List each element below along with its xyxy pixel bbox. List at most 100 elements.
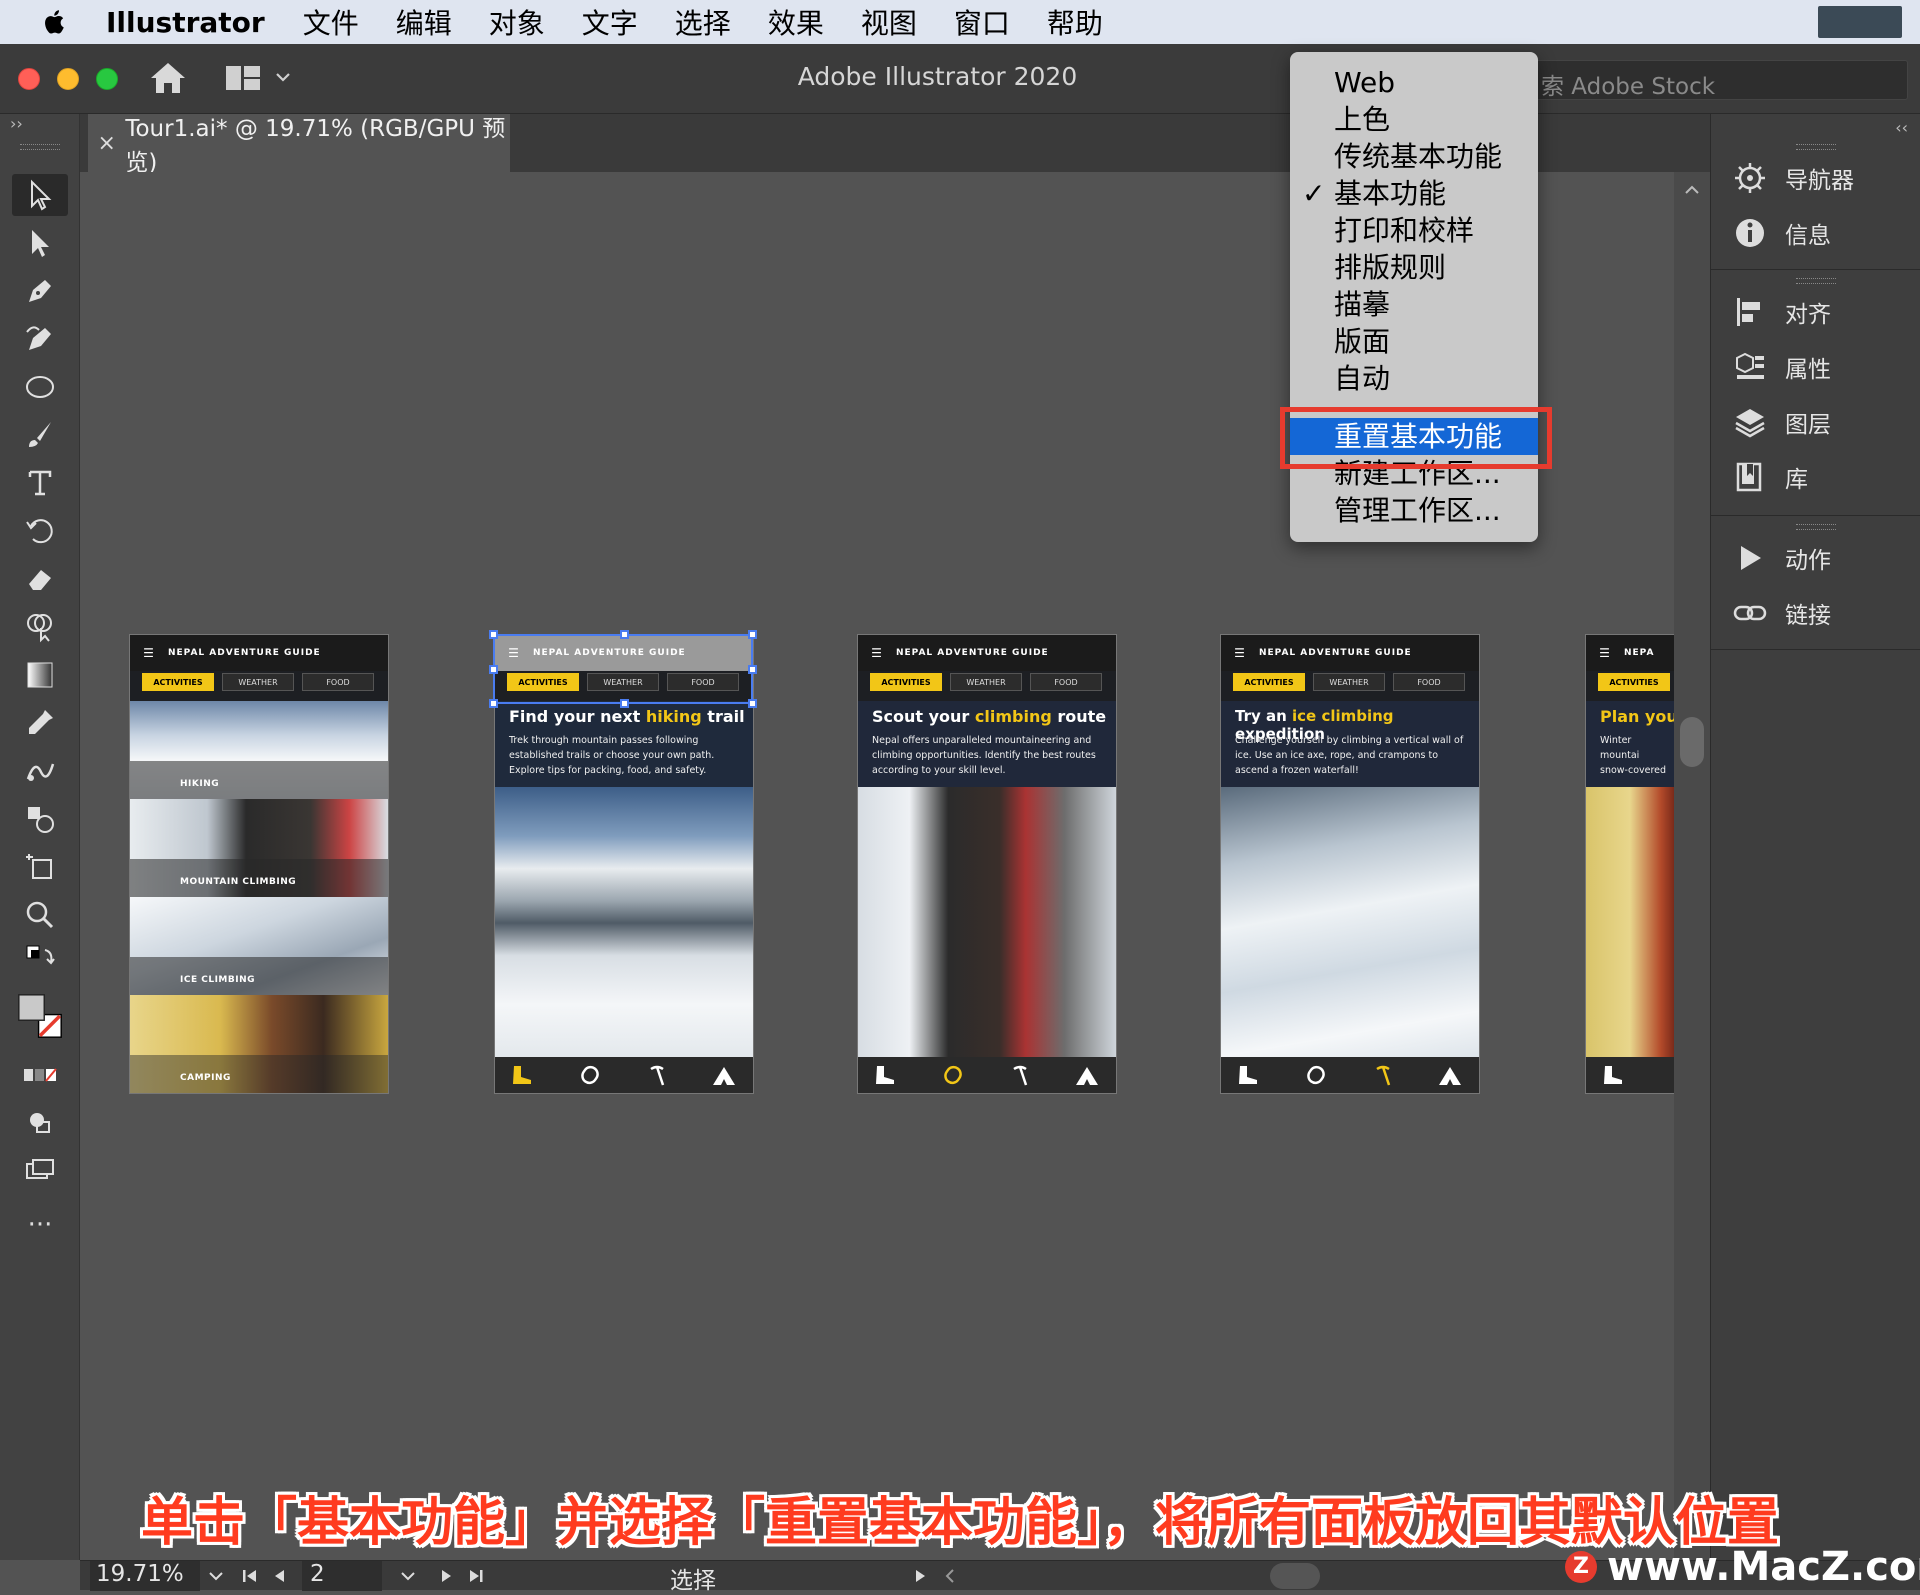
ellipse-tool[interactable] <box>12 366 68 408</box>
close-document-icon[interactable]: × <box>88 131 125 156</box>
menu-help[interactable]: 帮助 <box>1047 2 1103 42</box>
selection-handle[interactable] <box>489 665 498 674</box>
adobe-stock-search-input[interactable]: 索 Adobe Stock <box>1530 60 1908 100</box>
last-artboard-icon[interactable] <box>466 1566 486 1586</box>
shape-builder-icon <box>27 614 52 643</box>
panel-align[interactable]: 对齐 <box>1711 284 1920 339</box>
camping-headline: Plan your <box>1600 707 1674 726</box>
menu-select[interactable]: 选择 <box>675 2 731 42</box>
menu-app-name[interactable]: Illustrator <box>106 6 265 39</box>
apple-icon[interactable] <box>38 5 72 39</box>
next-artboard-icon[interactable] <box>436 1566 456 1586</box>
toolbar-grip[interactable] <box>20 144 60 150</box>
vertical-scroll-thumb[interactable] <box>1680 717 1704 767</box>
artboard-ice-climbing[interactable]: ☰ NEPAL ADVENTURE GUIDE ACTIVITIES WEATH… <box>1220 634 1480 1094</box>
panel-collapse-button[interactable]: ‹‹ <box>1895 118 1908 137</box>
direct-selection-tool[interactable] <box>12 222 68 264</box>
gradient-tool[interactable] <box>12 654 68 696</box>
panel-info[interactable]: 信息 <box>1711 205 1920 260</box>
eyedropper-tool[interactable] <box>12 702 68 744</box>
workspace-item-essentials[interactable]: ✓ 基本功能 <box>1290 175 1538 212</box>
toolbar-collapse-button[interactable]: ›› <box>0 114 80 142</box>
selection-handle[interactable] <box>748 665 757 674</box>
climber-photo <box>858 787 1116 1059</box>
rotate-tool[interactable] <box>12 510 68 552</box>
workspace-item-layout[interactable]: 版面 <box>1290 323 1538 360</box>
selection-handle[interactable] <box>489 630 498 639</box>
previous-artboard-icon[interactable] <box>270 1566 290 1586</box>
panel-properties[interactable]: 属性 <box>1711 339 1920 394</box>
panel-links[interactable]: 链接 <box>1711 585 1920 640</box>
scroll-left-icon[interactable] <box>940 1566 960 1586</box>
artboard-activities[interactable]: ☰ NEPAL ADVENTURE GUIDE ACTIVITIES WEATH… <box>129 634 389 1094</box>
swap-fill-stroke[interactable] <box>12 938 68 980</box>
panel-actions[interactable]: 动作 <box>1711 530 1920 585</box>
panel-libraries-label: 库 <box>1785 466 1808 493</box>
edit-toolbar-button[interactable]: ··· <box>12 1204 68 1246</box>
selection-handle[interactable] <box>620 699 629 708</box>
horizontal-scroll-thumb[interactable] <box>1270 1563 1320 1589</box>
panel-layers[interactable]: 图层 <box>1711 394 1920 449</box>
document-tab[interactable]: × Tour1.ai* @ 19.71% (RGB/GPU 预览) <box>88 114 510 176</box>
zoom-dropdown-chevron-icon[interactable] <box>206 1566 226 1586</box>
artboard-camping-partial[interactable]: ☰ NEPA ACTIVITIES Plan your Winter mount… <box>1585 634 1674 1094</box>
first-artboard-icon[interactable] <box>240 1566 260 1586</box>
eraser-tool[interactable] <box>12 558 68 600</box>
selection-tool[interactable] <box>12 174 68 216</box>
hamburger-menu-icon: ☰ <box>1599 646 1611 660</box>
menu-edit[interactable]: 编辑 <box>396 2 452 42</box>
selection-handle[interactable] <box>748 699 757 708</box>
symbol-sprayer-tool[interactable] <box>12 798 68 840</box>
menu-type[interactable]: 文字 <box>582 2 638 42</box>
workspace-item-tracing[interactable]: 描摹 <box>1290 286 1538 323</box>
workspace-item-web[interactable]: Web <box>1290 64 1538 101</box>
manage-workspaces-item[interactable]: 管理工作区... <box>1290 492 1538 529</box>
drawing-mode-tool[interactable] <box>12 1102 68 1144</box>
panel-group-properties: 对齐 属性 图层 库 <box>1711 276 1920 516</box>
status-menu-arrow-icon[interactable] <box>910 1566 930 1586</box>
workspace-item-printing-proofing[interactable]: 打印和校样 <box>1290 212 1538 249</box>
scroll-up-icon[interactable] <box>1682 180 1702 200</box>
shape-builder-tool[interactable] <box>12 606 68 648</box>
artboard-header: ☰ NEPA <box>1586 635 1674 671</box>
selection-bounding-box[interactable] <box>489 630 757 708</box>
zoom-tool[interactable] <box>12 894 68 936</box>
color-mode-buttons[interactable] <box>12 1054 68 1096</box>
workspace-item-automation[interactable]: 自动 <box>1290 360 1538 397</box>
type-tool[interactable] <box>12 462 68 504</box>
ice-description: Challenge yourself by climbing a vertica… <box>1235 735 1464 776</box>
menu-object[interactable]: 对象 <box>489 2 545 42</box>
carabiner-icon <box>581 1065 599 1085</box>
artboard-number-field[interactable]: 2 <box>302 1561 382 1591</box>
selection-handle[interactable] <box>489 699 498 708</box>
zoom-level-field[interactable]: 19.71% <box>90 1561 200 1591</box>
paintbrush-tool[interactable] <box>12 414 68 456</box>
workspace-item-essentials-classic[interactable]: 传统基本功能 <box>1290 138 1538 175</box>
menu-effect[interactable]: 效果 <box>768 2 824 42</box>
screen-mode-tool[interactable] <box>12 1150 68 1192</box>
gradient-icon <box>27 662 53 688</box>
artboard-climbing[interactable]: ☰ NEPAL ADVENTURE GUIDE ACTIVITIES WEATH… <box>857 634 1117 1094</box>
ice-axe-icon <box>1376 1065 1391 1086</box>
fill-stroke-swatches[interactable] <box>12 986 68 1046</box>
vertical-scrollbar[interactable] <box>1674 172 1710 1560</box>
checkmark-icon: ✓ <box>1302 177 1326 210</box>
pen-tool[interactable] <box>12 270 68 312</box>
tab-weather: WEATHER <box>222 673 294 691</box>
menu-file[interactable]: 文件 <box>303 2 359 42</box>
menu-window[interactable]: 窗口 <box>954 2 1010 42</box>
blend-tool[interactable] <box>12 750 68 792</box>
selection-handle[interactable] <box>748 630 757 639</box>
panel-navigator[interactable]: 导航器 <box>1711 150 1920 205</box>
tab-food: FOOD <box>302 673 374 691</box>
workspace-item-painting[interactable]: 上色 <box>1290 101 1538 138</box>
artboard-tool[interactable] <box>12 846 68 888</box>
curvature-tool[interactable] <box>12 318 68 360</box>
tab-activities: ACTIVITIES <box>1233 673 1305 691</box>
artboard-dropdown-chevron-icon[interactable] <box>398 1566 418 1586</box>
workspace-item-typography[interactable]: 排版规则 <box>1290 249 1538 286</box>
selection-handle[interactable] <box>620 630 629 639</box>
panel-libraries[interactable]: 库 <box>1711 449 1920 504</box>
menu-view[interactable]: 视图 <box>861 2 917 42</box>
boot-icon <box>513 1066 531 1084</box>
